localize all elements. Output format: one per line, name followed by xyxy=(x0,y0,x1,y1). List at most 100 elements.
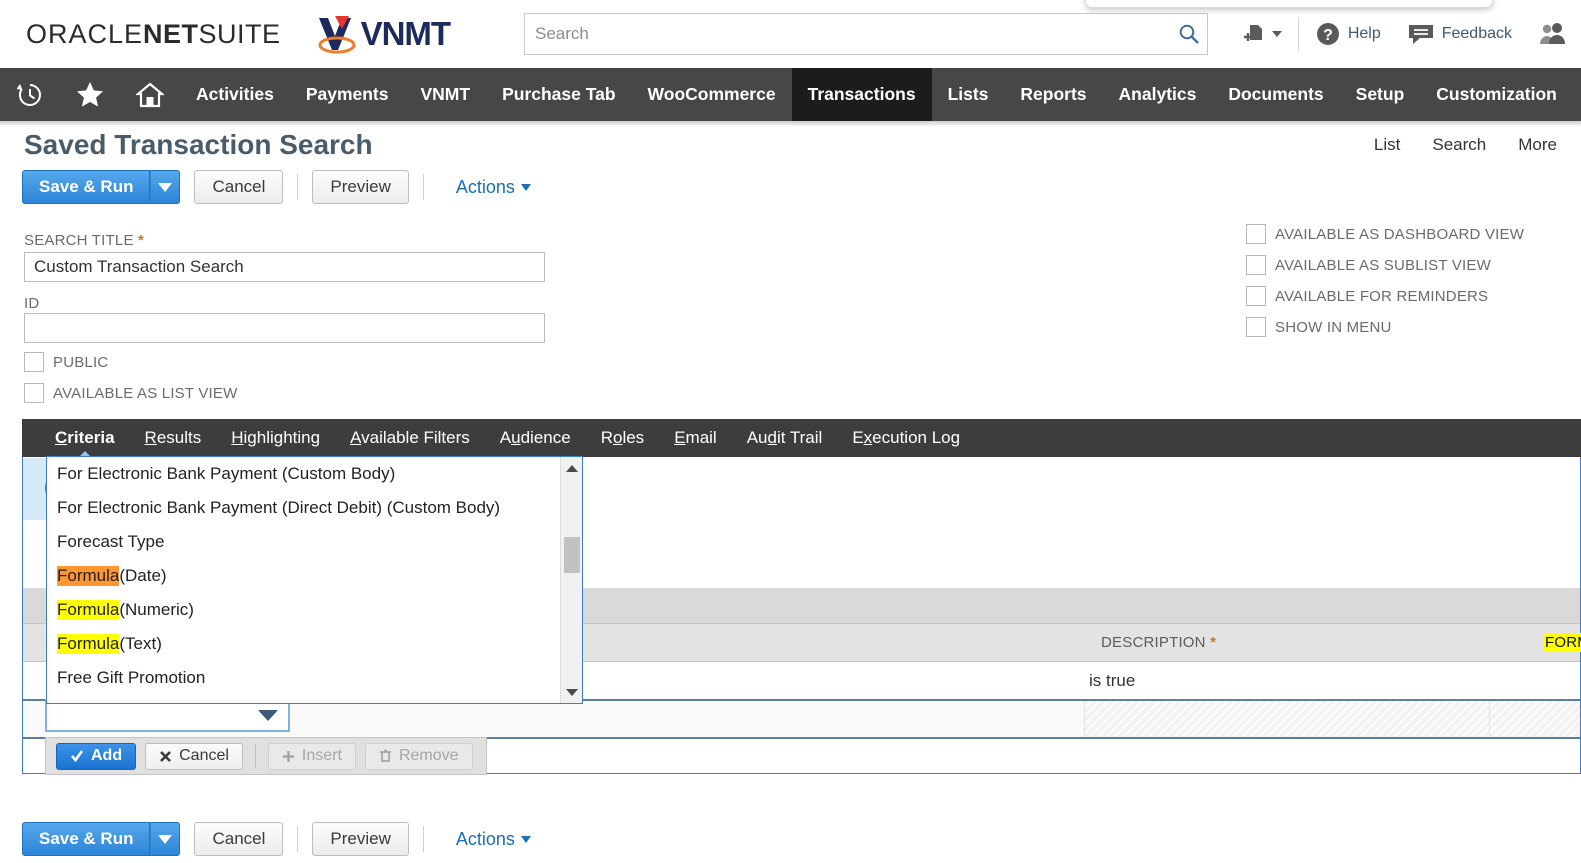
nav-item-analytics[interactable]: Analytics xyxy=(1103,68,1213,121)
cancel-row-button[interactable]: Cancel xyxy=(145,742,243,770)
nav-item-activities[interactable]: Activities xyxy=(180,68,290,121)
cancel-button-bottom[interactable]: Cancel xyxy=(194,822,284,856)
scrollbar-thumb[interactable] xyxy=(564,537,580,573)
help-question-icon: ? xyxy=(1316,23,1339,45)
edit-cell-formula-disabled xyxy=(1490,701,1580,737)
search-input[interactable] xyxy=(525,14,1171,54)
match-highlight: Formula xyxy=(57,600,120,620)
available-as-list-view-checkbox[interactable] xyxy=(24,383,44,403)
dropdown-option[interactable]: Forecast Type xyxy=(47,525,560,559)
dropdown-option[interactable]: Formula (Text) xyxy=(47,627,560,661)
nav-item-vnmt[interactable]: VNMT xyxy=(405,68,487,121)
feedback-button[interactable]: Feedback xyxy=(1394,22,1525,46)
preview-button[interactable]: Preview xyxy=(312,170,409,204)
checkbox-show-in-menu[interactable] xyxy=(1246,317,1266,337)
checkbox-row-available-as-sublist-view[interactable]: AVAILABLE AS SUBLIST VIEW xyxy=(1246,255,1524,275)
help-button[interactable]: ? Help xyxy=(1302,21,1394,47)
plus-icon xyxy=(282,750,295,763)
id-input[interactable] xyxy=(24,313,545,343)
checkbox-row-available-as-dashboard-view[interactable]: AVAILABLE AS DASHBOARD VIEW xyxy=(1246,224,1524,244)
page-link-search[interactable]: Search xyxy=(1416,135,1502,155)
cancel-button[interactable]: Cancel xyxy=(194,170,284,204)
bottom-toolbar: Save & Run Cancel Preview Actions xyxy=(22,822,531,856)
nav-item-setup[interactable]: Setup xyxy=(1340,68,1421,121)
checkbox-available-for-reminders[interactable] xyxy=(1246,286,1266,306)
user-menu-button[interactable] xyxy=(1525,22,1581,46)
checkbox-row-show-in-menu[interactable]: SHOW IN MENU xyxy=(1246,317,1524,337)
save-and-run-dropdown-button-bottom[interactable] xyxy=(150,822,181,856)
public-checkbox[interactable] xyxy=(24,352,44,372)
vnmt-wordmark: VNMT xyxy=(360,15,451,52)
actions-menu-button[interactable]: Actions xyxy=(456,177,531,198)
scroll-up-arrow-icon[interactable] xyxy=(561,459,583,477)
public-checkbox-row[interactable]: PUBLIC xyxy=(24,352,108,372)
dropdown-option[interactable]: Free Gift Promotion xyxy=(47,661,560,695)
nav-item-lists[interactable]: Lists xyxy=(932,68,1005,121)
dropdown-option[interactable]: Formula (Date) xyxy=(47,559,560,593)
dropdown-scrollbar[interactable] xyxy=(560,457,582,703)
row-button-label: Cancel xyxy=(179,747,229,764)
checkbox-label: AVAILABLE AS SUBLIST VIEW xyxy=(1275,256,1491,274)
add-row-button[interactable]: Add xyxy=(56,742,137,770)
checkbox-available-as-dashboard-view[interactable] xyxy=(1246,224,1266,244)
save-and-run-split-button: Save & Run xyxy=(22,170,181,204)
checkbox-row-available-for-reminders[interactable]: AVAILABLE FOR REMINDERS xyxy=(1246,286,1524,306)
feedback-label: Feedback xyxy=(1441,25,1512,42)
nav-item-payments[interactable]: Payments xyxy=(290,68,405,121)
tab-results[interactable]: Results xyxy=(130,428,217,448)
page-plus-icon xyxy=(1243,25,1262,41)
match-highlight: Formula xyxy=(57,566,120,586)
row-action-buttons: Add Cancel Insert Remove xyxy=(45,737,487,775)
page-link-list[interactable]: List xyxy=(1358,135,1416,155)
edit-cell-description-disabled xyxy=(1085,701,1490,737)
chevron-down-icon xyxy=(1271,31,1282,37)
tab-execution-log[interactable]: Execution Log xyxy=(837,428,975,448)
nav-item-reports[interactable]: Reports xyxy=(1004,68,1102,121)
vnmt-logo[interactable]: VNMT xyxy=(315,12,451,56)
dropdown-option[interactable]: For Electronic Bank Payment (Direct Debi… xyxy=(47,491,560,525)
chevron-down-icon[interactable] xyxy=(258,710,278,721)
help-label: Help xyxy=(1347,25,1381,42)
save-and-run-button[interactable]: Save & Run xyxy=(22,170,151,204)
quick-add-button[interactable] xyxy=(1228,22,1295,46)
nav-item-purchase-tab[interactable]: Purchase Tab xyxy=(486,68,631,121)
tab-email[interactable]: Email xyxy=(659,428,732,448)
home-icon[interactable] xyxy=(120,68,180,121)
tab-audience[interactable]: Audience xyxy=(485,428,586,448)
dropdown-option-list: For Electronic Bank Payment (Custom Body… xyxy=(47,457,560,703)
nav-item-documents[interactable]: Documents xyxy=(1212,68,1339,121)
tab-highlighting[interactable]: Highlighting xyxy=(216,428,335,448)
save-and-run-dropdown-button[interactable] xyxy=(150,170,181,204)
row-button-divider xyxy=(254,744,256,768)
preview-button-bottom[interactable]: Preview xyxy=(312,822,409,856)
tab-available-filters[interactable]: Available Filters xyxy=(335,428,485,448)
trash-icon xyxy=(379,749,392,763)
search-title-input[interactable] xyxy=(24,252,545,282)
nav-item-transactions[interactable]: Transactions xyxy=(791,68,932,121)
checkbox-available-as-sublist-view[interactable] xyxy=(1246,255,1266,275)
tab-audit-trail[interactable]: Audit Trail xyxy=(732,428,838,448)
nav-item-customization[interactable]: Customization xyxy=(1420,68,1573,121)
nav-item-woocommerce[interactable]: WooCommerce xyxy=(632,68,792,121)
recent-records-icon[interactable] xyxy=(0,68,60,121)
save-and-run-button-bottom[interactable]: Save & Run xyxy=(22,822,151,856)
tab-criteria[interactable]: Criteria xyxy=(40,428,130,448)
tab-roles[interactable]: Roles xyxy=(586,428,659,448)
available-as-list-view-checkbox-row[interactable]: AVAILABLE AS LIST VIEW xyxy=(24,383,237,403)
toolbar-divider xyxy=(297,174,299,200)
global-search[interactable] xyxy=(524,13,1208,55)
check-icon xyxy=(70,749,84,763)
actions-menu-button-bottom[interactable]: Actions xyxy=(456,829,531,850)
chevron-down-icon xyxy=(520,835,531,843)
page-link-more[interactable]: More xyxy=(1502,135,1573,155)
scroll-down-arrow-icon[interactable] xyxy=(561,683,583,701)
required-asterisk: * xyxy=(138,232,145,249)
oracle-netsuite-logo[interactable]: ORACLENETSUITE xyxy=(26,19,281,50)
favorites-star-icon[interactable] xyxy=(60,68,120,121)
dropdown-option[interactable]: For Electronic Bank Payment (Custom Body… xyxy=(47,457,560,491)
filter-options-dropdown[interactable]: For Electronic Bank Payment (Custom Body… xyxy=(46,456,583,704)
available-as-list-view-label: AVAILABLE AS LIST VIEW xyxy=(53,384,238,402)
top-partial-popup[interactable] xyxy=(1085,0,1493,8)
search-icon[interactable] xyxy=(1171,23,1207,45)
dropdown-option[interactable]: Formula (Numeric) xyxy=(47,593,560,627)
